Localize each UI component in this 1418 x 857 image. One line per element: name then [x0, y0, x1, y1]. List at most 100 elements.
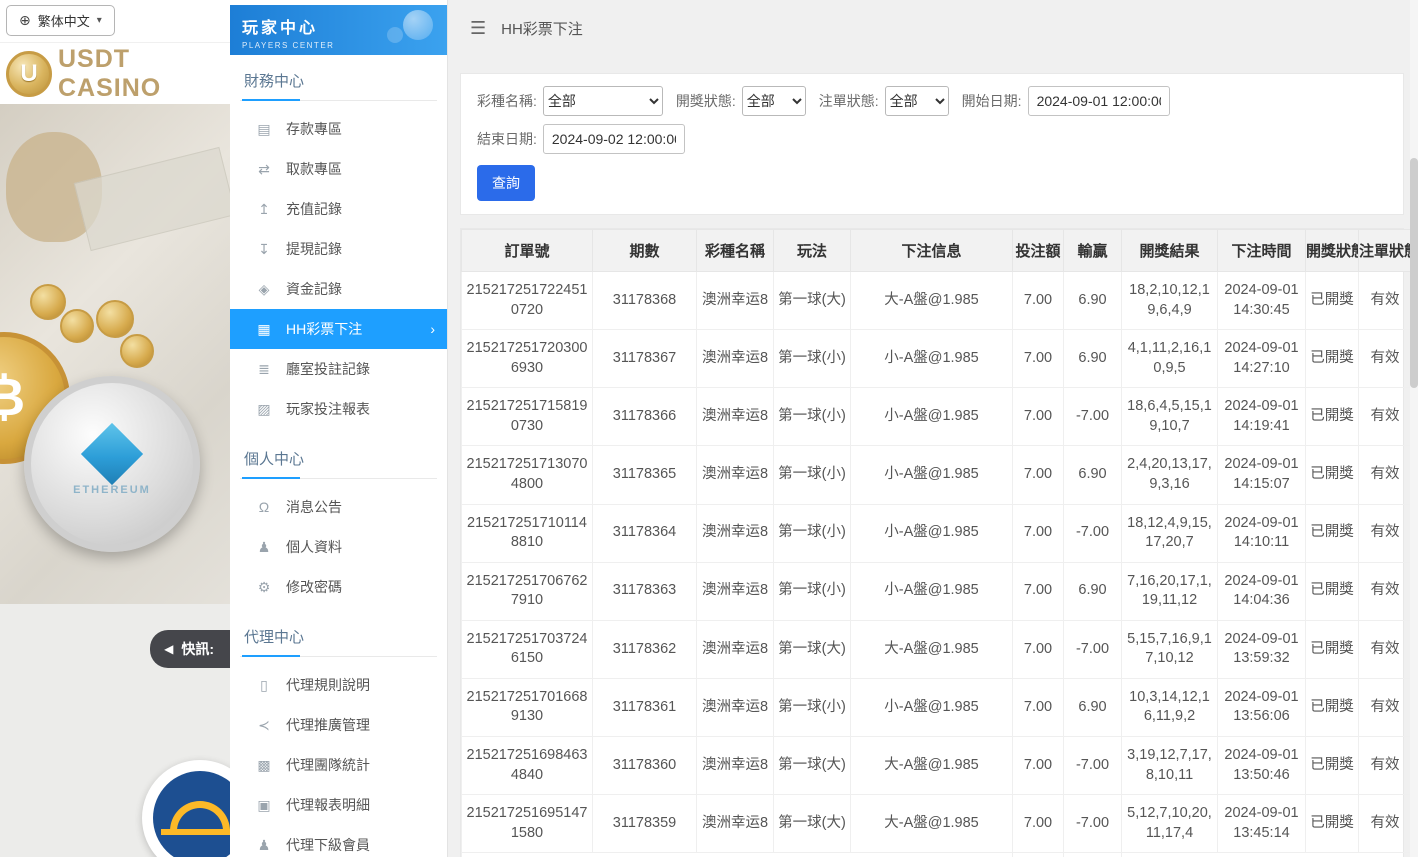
cell-bet-amount: 7.00 [1012, 677, 1064, 738]
cell-draw-status: 已開獎 [1305, 735, 1359, 796]
cell-draw-result: 5,15,7,16,9,17,10,12 [1121, 619, 1218, 679]
column-header: 期數 [592, 229, 697, 272]
sidebar-section-title: 個人中心 [240, 433, 437, 479]
cell-lottery-name: 澳洲幸运8 [696, 677, 774, 738]
end-date-label: 結束日期: [477, 131, 537, 147]
recharge-record-icon: ↥ [258, 200, 270, 217]
cell-order-no: 2152172517158190730 [461, 387, 593, 447]
table-row[interactable]: 2152172516984634840 31178360 澳洲幸运8 第一球(大… [461, 735, 1412, 796]
end-date-input[interactable] [542, 124, 685, 154]
cell-period: 31178360 [592, 735, 697, 796]
sidebar-item-deposit[interactable]: ▤ 存款專區 › [230, 109, 447, 149]
cell-order-no: 2152172517130704800 [461, 445, 593, 505]
cell-win-loss: -7.00 [1063, 794, 1122, 854]
cell-bet-time: 2024-09-01 13:45:14 [1217, 794, 1306, 854]
table-row[interactable]: 2152172517130704800 31178365 澳洲幸运8 第一球(小… [461, 445, 1412, 505]
cell-bet-info: 小-A盤@1.985 [850, 445, 1013, 505]
column-header: 彩種名稱 [696, 229, 774, 272]
column-header: 輸贏 [1063, 229, 1122, 272]
cell-order-status: 有效 [1358, 619, 1412, 679]
cell-bet-amount: 7.00 [1012, 329, 1064, 389]
order-status-select[interactable]: 全部 [884, 86, 949, 116]
caret-down-icon: ▾ [96, 15, 102, 26]
cell-bet-time: 2024-09-01 13:56:06 [1217, 677, 1306, 738]
sidebar-item-agent-rules[interactable]: ▯ 代理規則說明 › [230, 665, 447, 705]
table-row[interactable]: 2152172517158190730 31178366 澳洲幸运8 第一球(小… [461, 387, 1412, 447]
lottery-name-select[interactable]: 全部 [542, 86, 663, 116]
sidebar-item-funds-record[interactable]: ◈ 資金記錄 › [230, 269, 447, 309]
gold-coin-decoration [120, 334, 154, 368]
draw-status-select[interactable]: 全部 [741, 86, 806, 116]
table-row[interactable]: 2152172517067627910 31178363 澳洲幸运8 第一球(小… [461, 561, 1412, 621]
summary-empty [1121, 852, 1412, 857]
cell-order-status: 有效 [1358, 503, 1412, 563]
query-button[interactable]: 查詢 [477, 165, 535, 201]
bridge-deck-decoration [161, 829, 230, 835]
cell-bet-amount: 7.00 [1012, 735, 1064, 796]
cell-draw-status: 已開獎 [1305, 329, 1359, 389]
cell-win-loss: 6.90 [1063, 329, 1122, 389]
sidebar-item-player-bet-report[interactable]: ▨ 玩家投注報表 › [230, 389, 447, 429]
cell-lottery-name: 澳洲幸运8 [696, 619, 774, 679]
bets-table-panel: 訂單號期數彩種名稱玩法下注信息投注額輸贏開獎結果下注時間開獎狀態注單狀態 215… [460, 228, 1412, 857]
sidebar-item-room-bet-record[interactable]: ≣ 廳室投註記錄 › [230, 349, 447, 389]
cell-bet-amount: 7.00 [1012, 387, 1064, 447]
page-title: HH彩票下注 [501, 21, 583, 38]
room-bet-record-icon: ≣ [258, 360, 270, 377]
cell-order-status: 有效 [1358, 561, 1412, 621]
ethereum-coin: ETHEREUM [24, 376, 200, 552]
cell-play-type: 第一球(小) [773, 445, 851, 505]
cell-draw-result: 4,1,11,2,16,10,9,5 [1121, 329, 1218, 389]
cell-bet-time: 2024-09-01 14:15:07 [1217, 445, 1306, 505]
sidebar-item-label: 提現記錄 [286, 241, 342, 257]
table-row[interactable]: 2152172517016689130 31178361 澳洲幸运8 第一球(小… [461, 677, 1412, 738]
sidebar-item-recharge-record[interactable]: ↥ 充值記錄 › [230, 189, 447, 229]
cell-play-type: 第一球(大) [773, 735, 851, 796]
cell-lottery-name: 澳洲幸运8 [696, 561, 774, 621]
sidebar-item-withdraw[interactable]: ⇄ 取款專區 › [230, 149, 447, 189]
table-row[interactable]: 2152172516951471580 31178359 澳洲幸运8 第一球(大… [461, 794, 1412, 854]
ticker-label: 快訊: [181, 641, 214, 657]
cell-draw-result: 7,16,20,17,1,19,11,12 [1121, 561, 1218, 621]
sidebar-item-change-password[interactable]: ⚙ 修改密碼 › [230, 567, 447, 607]
scrollbar[interactable] [1410, 0, 1418, 857]
sidebar-item-announcements[interactable]: Ω 消息公告 › [230, 487, 447, 527]
ball-decoration-small [387, 27, 403, 43]
start-date-input[interactable] [1027, 86, 1170, 116]
ball-decoration [403, 10, 433, 40]
menu-toggle-icon[interactable]: ☰ [470, 18, 486, 39]
cell-order-no: 2152172517224510720 [461, 270, 593, 331]
cell-lottery-name: 澳洲幸运8 [696, 794, 774, 854]
language-selector[interactable]: ⊕ 繁体中文 ▾ [6, 5, 115, 36]
promo-image: ₿ ETHEREUM [0, 104, 230, 604]
column-header: 開獎狀態 [1305, 229, 1359, 272]
cell-order-no: 2152172517067627910 [461, 561, 593, 621]
site-logo[interactable]: U USDT CASINO [0, 42, 230, 104]
summary-bet-total: 70.00 [1012, 852, 1064, 857]
agent-report-detail-icon: ▣ [257, 796, 271, 813]
table-row[interactable]: 2152172517037246150 31178362 澳洲幸运8 第一球(大… [461, 619, 1412, 679]
cell-order-no: 2152172516951471580 [461, 794, 593, 854]
scrollbar-thumb[interactable] [1410, 158, 1418, 388]
table-row[interactable]: 2152172517224510720 31178368 澳洲幸运8 第一球(大… [461, 270, 1412, 331]
sidebar-item-agent-report-detail[interactable]: ▣ 代理報表明細 › [230, 785, 447, 825]
sidebar-item-agent-team-stats[interactable]: ▩ 代理團隊統計 › [230, 745, 447, 785]
table-row[interactable]: 2152172517203006930 31178367 澳洲幸运8 第一球(小… [461, 329, 1412, 389]
cell-bet-info: 大-A盤@1.985 [850, 619, 1013, 679]
agent-promotion-icon: ≺ [258, 716, 270, 733]
sidebar-item-label: 消息公告 [286, 499, 342, 515]
bridge-icon [170, 801, 230, 831]
sidebar-item-lottery-bets[interactable]: ▦ HH彩票下注 › [230, 309, 447, 349]
deposit-icon: ▤ [257, 120, 271, 137]
sidebar-item-agent-sub-members[interactable]: ♟ 代理下級會員 › [230, 825, 447, 857]
news-ticker-button[interactable]: ◀ 快訊: [150, 630, 230, 668]
sidebar-item-profile[interactable]: ♟ 個人資料 › [230, 527, 447, 567]
player-bet-report-icon: ▨ [257, 400, 271, 417]
cell-draw-result: 3,19,12,7,17,8,10,11 [1121, 735, 1218, 796]
order-status-label: 注單狀態: [818, 93, 879, 109]
cell-period: 31178362 [592, 619, 697, 679]
table-row[interactable]: 2152172517101148810 31178364 澳洲幸运8 第一球(小… [461, 503, 1412, 563]
gold-coin-decoration [60, 309, 94, 343]
sidebar-item-withdrawal-record[interactable]: ↧ 提現記錄 › [230, 229, 447, 269]
sidebar-item-agent-promotion[interactable]: ≺ 代理推廣管理 › [230, 705, 447, 745]
